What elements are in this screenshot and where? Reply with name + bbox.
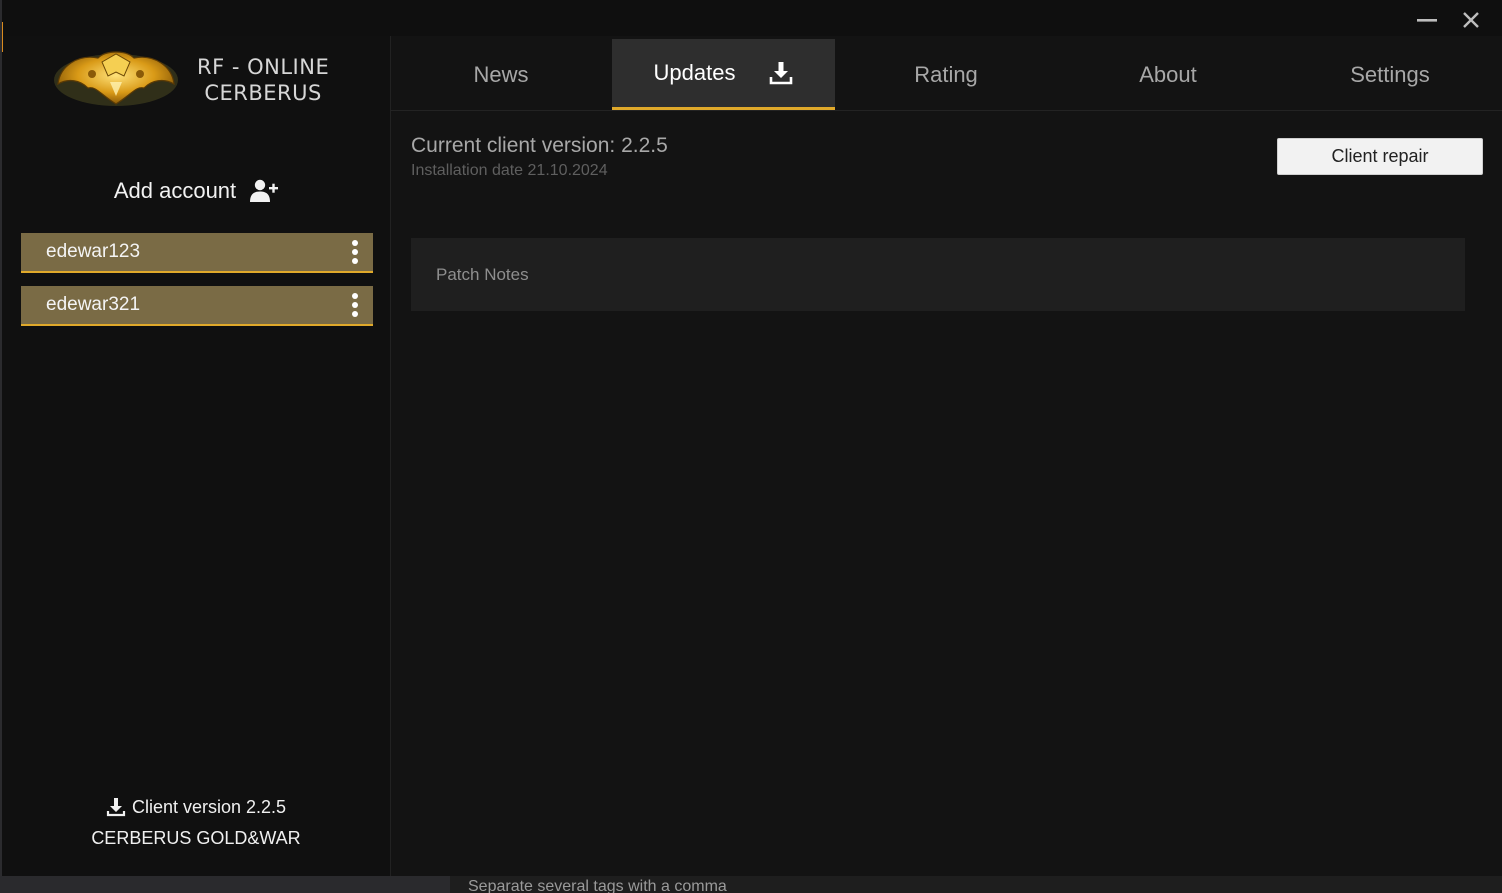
client-repair-button[interactable]: Client repair [1277,138,1483,175]
tab-label: Rating [914,61,978,87]
tab-news[interactable]: News [390,39,612,110]
client-version-label: Client version 2.2.5 [131,796,287,817]
patch-notes-panel[interactable]: Patch Notes [411,238,1465,311]
cerberus-emblem-icon [54,51,178,106]
minimize-button[interactable] [1409,6,1445,34]
tab-settings[interactable]: Settings [1279,39,1501,110]
title-bar[interactable] [2,0,1502,36]
minimize-icon [1417,19,1437,22]
launcher-window: RF - ONLINE CERBERUS Add account edewar1… [2,0,1502,876]
logo-text: RF - ONLINE CERBERUS [197,54,329,106]
add-account-button[interactable]: Add account [2,174,390,208]
background-window-strip [0,876,1502,893]
current-version-text: Current client version: 2.2.5 [411,134,668,157]
background-hint-text: Separate several tags with a comma [468,878,727,893]
add-user-icon [250,179,279,202]
patch-notes-label: Patch Notes [436,265,529,284]
server-name: CERBERUS GOLD&WAR [91,828,301,848]
more-vertical-icon [352,240,358,264]
tabs-divider [390,110,1502,111]
tab-label: Updates [653,60,736,85]
account-name: edewar321 [46,294,141,315]
installation-date-text: Installation date 21.10.2024 [411,162,608,179]
download-icon [106,798,126,817]
logo-line-2: CERBERUS [204,81,322,105]
account-item[interactable]: edewar321 [21,286,373,326]
tab-label: About [1139,61,1197,87]
client-version-info: Client version 2.2.5 CERBERUS GOLD&WAR [2,794,390,850]
account-menu-button[interactable] [337,287,373,323]
account-item[interactable]: edewar123 [21,233,373,273]
account-menu-button[interactable] [337,234,373,270]
more-vertical-icon [352,293,358,317]
sidebar: RF - ONLINE CERBERUS Add account edewar1… [2,36,391,876]
tab-about[interactable]: About [1057,39,1279,110]
tab-label: Settings [1350,61,1430,87]
logo-line-1: RF - ONLINE [197,55,330,79]
account-name: edewar123 [46,241,141,262]
app-logo: RF - ONLINE CERBERUS [52,42,352,112]
download-icon [770,62,793,85]
tab-label: News [473,61,529,87]
left-edge-accent [2,22,3,52]
add-account-label: Add account [113,178,237,203]
close-button[interactable] [1453,6,1489,34]
tab-rating[interactable]: Rating [835,39,1057,110]
tab-updates[interactable]: Updates [612,39,835,110]
close-icon [1463,12,1479,28]
main-tabs: News Updates Rating About Settings [390,38,1502,110]
